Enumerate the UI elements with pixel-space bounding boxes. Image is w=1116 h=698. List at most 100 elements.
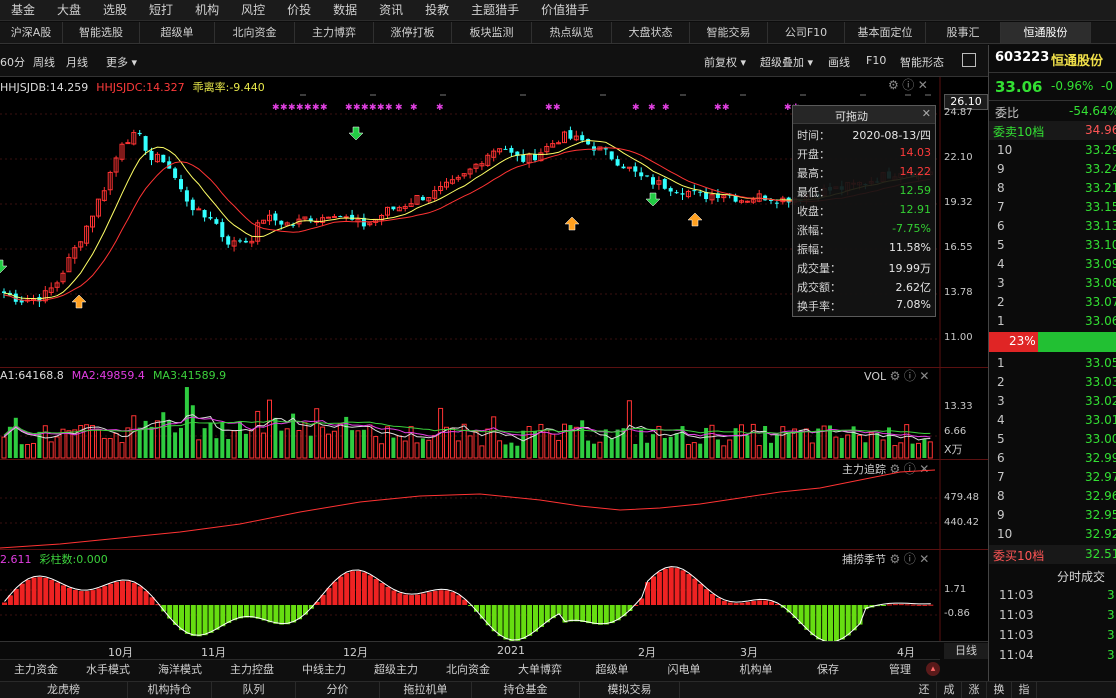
candlestick: [72, 245, 78, 264]
tab-7[interactable]: 热点纵览: [532, 22, 612, 43]
bottom-tab-7[interactable]: 大单博弈: [504, 660, 576, 681]
menu-item-6[interactable]: 价投: [276, 0, 322, 21]
order-book-row[interactable]: 3 33.02: [989, 392, 1116, 411]
status-tab-2[interactable]: 队列: [212, 682, 296, 698]
quick-tab-4[interactable]: 指: [1012, 682, 1037, 698]
menu-item-4[interactable]: 机构: [184, 0, 230, 21]
order-book-row[interactable]: 9 33.24: [989, 160, 1116, 179]
toolbar-button-2[interactable]: 画线: [828, 54, 850, 70]
tab-11[interactable]: 基本面定位: [845, 22, 926, 43]
tab-2[interactable]: 超级单: [140, 22, 215, 43]
tab-6[interactable]: 板块监测: [452, 22, 532, 43]
tab-1[interactable]: 智能选股: [63, 22, 140, 43]
order-book-row[interactable]: 7 33.15: [989, 198, 1116, 217]
menu-item-2[interactable]: 选股: [92, 0, 138, 21]
bottom-tab-2[interactable]: 海洋模式: [144, 660, 216, 681]
order-book-row[interactable]: 1 33.05: [989, 354, 1116, 373]
vol-ma1-line: [3, 414, 931, 442]
candlestick: [125, 139, 131, 145]
quick-tab-2[interactable]: 涨: [962, 682, 987, 698]
bottom-tab-4[interactable]: 中线主力: [288, 660, 360, 681]
tab-3[interactable]: 北向资金: [215, 22, 295, 43]
bottom-tab-3[interactable]: 主力控盘: [216, 660, 288, 681]
bottom-tab-11[interactable]: 保存: [792, 660, 864, 681]
close-icon[interactable]: ✕: [922, 107, 931, 120]
track-panel[interactable]: 主力追踪 ⚙ ⓘ ✕ 479.48 440.42: [0, 459, 988, 549]
toolbar-button-4[interactable]: 智能形态: [900, 54, 944, 70]
order-book-row[interactable]: 5 33.10: [989, 236, 1116, 255]
bottom-tab-0[interactable]: 主力资金: [0, 660, 72, 681]
quick-tab-1[interactable]: 成: [937, 682, 962, 698]
bottom-tab-5[interactable]: 超级主力: [360, 660, 432, 681]
period-button-3[interactable]: 更多 ▾: [106, 54, 137, 70]
bottom-tab-8[interactable]: 超级单: [576, 660, 648, 681]
menu-item-7[interactable]: 数据: [322, 0, 368, 21]
status-tab-4[interactable]: 拖拉机单: [380, 682, 472, 698]
tab-9[interactable]: 智能交易: [690, 22, 768, 43]
order-book-row[interactable]: 2 33.07: [989, 293, 1116, 312]
order-book-row[interactable]: 7 32.97: [989, 468, 1116, 487]
toolbar-button-1[interactable]: 超级叠加 ▾: [760, 54, 813, 70]
layout-toggle-icon[interactable]: [962, 53, 976, 67]
season-chart[interactable]: [0, 550, 988, 641]
menu-item-1[interactable]: 大盘: [46, 0, 92, 21]
tab-5[interactable]: 涨停打板: [374, 22, 452, 43]
order-book-row[interactable]: 8 32.96: [989, 487, 1116, 506]
menu-item-3[interactable]: 短打: [138, 0, 184, 21]
status-tab-5[interactable]: 持仓基金: [472, 682, 580, 698]
tab-12[interactable]: 股事汇: [926, 22, 1001, 43]
period-button-2[interactable]: 月线: [66, 54, 88, 70]
order-book-row[interactable]: 9 32.95: [989, 506, 1116, 525]
data-tooltip[interactable]: 可拖动 ✕ 时间： 2020-08-13/四 开盘： 14.03 最高： 14.22 最低：…: [792, 105, 936, 317]
period-button-1[interactable]: 周线: [33, 54, 55, 70]
order-book-row[interactable]: 3 33.08: [989, 274, 1116, 293]
expand-icon[interactable]: ▴: [926, 662, 940, 676]
order-book-row[interactable]: 8 33.21: [989, 179, 1116, 198]
order-book-row[interactable]: 10 32.92: [989, 525, 1116, 544]
bottom-tab-9[interactable]: 闪电单: [648, 660, 720, 681]
season-bar: [674, 568, 680, 605]
tab-10[interactable]: 公司F10: [768, 22, 845, 43]
toolbar-button-0[interactable]: 前复权 ▾: [704, 54, 746, 70]
menu-item-8[interactable]: 资讯: [368, 0, 414, 21]
period-button-0[interactable]: 60分: [0, 54, 25, 70]
menu-item-5[interactable]: 风控: [230, 0, 276, 21]
bottom-tab-10[interactable]: 机构单: [720, 660, 792, 681]
season-bar: [243, 605, 249, 618]
toolbar-button-3[interactable]: F10: [866, 54, 886, 67]
menu-item-10[interactable]: 主题猎手: [460, 0, 530, 21]
quick-tab-3[interactable]: 换: [987, 682, 1012, 698]
menu-item-0[interactable]: 基金: [0, 0, 46, 21]
tab-4[interactable]: 主力博弈: [295, 22, 374, 43]
order-book-row[interactable]: 10 33.29: [989, 141, 1116, 160]
volume-bar: [408, 426, 414, 459]
bottom-tab-6[interactable]: 北向资金: [432, 660, 504, 681]
volume-bar: [586, 440, 591, 458]
period-daily-label[interactable]: 日线: [944, 643, 988, 659]
bottom-tab-1[interactable]: 水手模式: [72, 660, 144, 681]
status-tab-0[interactable]: 龙虎榜: [0, 682, 128, 698]
season-bar: [792, 605, 798, 618]
order-book-row[interactable]: 2 33.03: [989, 373, 1116, 392]
menu-item-9[interactable]: 投教: [414, 0, 460, 21]
status-tab-1[interactable]: 机构持仓: [128, 682, 212, 698]
quick-tab-0[interactable]: 还: [912, 682, 937, 698]
order-book-row[interactable]: 6 33.13: [989, 217, 1116, 236]
volume-bar: [769, 442, 773, 458]
volume-panel[interactable]: A1:64168.8 MA2:49859.4 MA3:41589.9 VOL ⚙ ⓘ…: [0, 367, 988, 459]
season-panel[interactable]: 2.611 彩柱数:0.000 捕捞季节 ⚙ ⓘ ✕ 1.71 -0.86: [0, 549, 988, 641]
order-book-row[interactable]: 4 33.09: [989, 255, 1116, 274]
menu-item-11[interactable]: 价值猎手: [530, 0, 600, 21]
tab-8[interactable]: 大盘状态: [612, 22, 690, 43]
order-book-row[interactable]: 1 33.06: [989, 312, 1116, 331]
tab-13[interactable]: 恒通股份: [1001, 22, 1091, 43]
track-chart[interactable]: [0, 460, 988, 549]
candlestick: [438, 181, 444, 195]
order-book-row[interactable]: 5 33.00: [989, 430, 1116, 449]
status-tab-3[interactable]: 分价: [296, 682, 380, 698]
tab-0[interactable]: 沪深A股: [0, 22, 63, 43]
order-book-row[interactable]: 4 33.01: [989, 411, 1116, 430]
status-tab-6[interactable]: 模拟交易: [580, 682, 680, 698]
volume-chart[interactable]: [0, 368, 988, 459]
order-book-row[interactable]: 6 32.99: [989, 449, 1116, 468]
